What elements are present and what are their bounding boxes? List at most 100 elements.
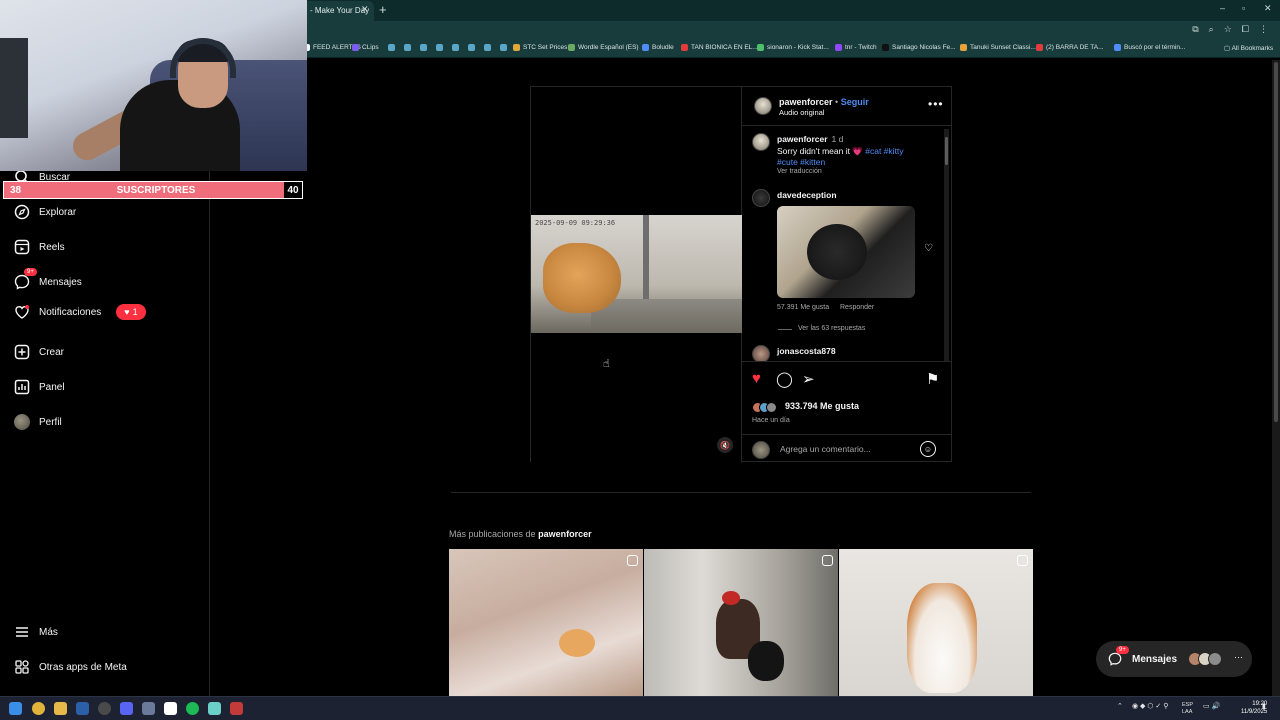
audio-label[interactable]: Audio original — [779, 108, 824, 117]
likes-count[interactable]: 933.794 Me gusta — [785, 401, 859, 411]
subs-goal: 40 — [284, 182, 302, 198]
bookmark-item[interactable]: Wordle Español (ES) — [568, 44, 639, 51]
zoom-icon[interactable]: ⌕ — [1209, 24, 1214, 35]
tray-chevron-icon[interactable]: ⌃ — [1117, 702, 1123, 710]
bookmark-item[interactable]: sionaron - Kick Stat... — [757, 44, 829, 51]
bookmark-item[interactable]: tnr - Twitch — [835, 44, 877, 51]
new-tab-icon[interactable]: + — [379, 2, 387, 17]
windows-start-icon[interactable] — [9, 702, 22, 715]
network-volume-icons[interactable]: ▭ 🔊 — [1203, 702, 1220, 710]
close-window-icon[interactable]: ✕ — [1264, 3, 1272, 14]
sidebar-item-more[interactable]: Más — [14, 624, 58, 640]
spotify-icon[interactable] — [186, 702, 199, 715]
toolbar-icons: ⧉ ⌕ ☆ ⧠ ⋮ — [1192, 24, 1268, 35]
sidebar-item-messages[interactable]: 9+ Mensajes — [14, 268, 82, 290]
tab-close-icon[interactable]: ✕ — [361, 4, 369, 15]
language-indicator[interactable]: ESP LAA — [1182, 702, 1193, 716]
comment1-likes[interactable]: 57.391 Me gusta — [777, 304, 829, 311]
bookmark-icon[interactable] — [388, 44, 395, 51]
more-post-thumbnail[interactable] — [839, 549, 1033, 696]
clock-time: 19:20 — [1252, 701, 1268, 707]
translate-link[interactable]: Ver traducción — [777, 168, 822, 175]
post-header: pawenforcer • Seguir Audio original ••• — [742, 87, 952, 126]
author-name[interactable]: pawenforcer — [779, 97, 833, 107]
sidebar-item-meta-apps[interactable]: Otras apps de Meta — [14, 659, 127, 675]
cast-icon[interactable]: ⧉ — [1192, 24, 1198, 35]
comment1-user[interactable]: davedeception — [777, 190, 837, 200]
page-scrollbar[interactable] — [1272, 60, 1280, 696]
app-icon[interactable] — [142, 702, 155, 715]
video-player[interactable]: 2025-09-09 09:29:36 🔇 — [531, 87, 742, 463]
maximize-icon[interactable]: ▫ — [1242, 3, 1245, 13]
bookmark-icon[interactable] — [452, 44, 459, 51]
hashtags-2[interactable]: #cute #kitten — [777, 157, 825, 167]
like-icon[interactable]: ♥ — [752, 370, 761, 387]
follow-button[interactable]: Seguir — [841, 97, 869, 107]
comment-input[interactable]: Agrega un comentario... — [780, 444, 871, 454]
sidebar-item-profile[interactable]: Perfil — [14, 414, 62, 430]
star-icon[interactable]: ☆ — [1224, 24, 1232, 35]
minimize-icon[interactable]: – — [1220, 3, 1225, 13]
comment1-avatar[interactable] — [752, 189, 770, 207]
comment1-reply[interactable]: Responder — [840, 304, 874, 311]
bookmark-item[interactable]: TAN BIONICA EN EL... — [681, 44, 758, 51]
sidebar-item-panel[interactable]: Panel — [14, 379, 65, 395]
more-options-icon[interactable]: ••• — [928, 97, 944, 111]
discord-icon[interactable] — [120, 702, 133, 715]
sidebar-item-reels[interactable]: Reels — [14, 239, 65, 255]
bookmark-favicon-icon — [757, 44, 764, 51]
bookmark-icon[interactable] — [468, 44, 475, 51]
mute-icon[interactable]: 🔇 — [717, 437, 733, 453]
comment2-avatar[interactable] — [752, 345, 770, 361]
add-comment-bar: Agrega un comentario... ☺ — [742, 434, 952, 464]
comments-scrollbar[interactable] — [944, 129, 949, 361]
notepad-icon[interactable] — [164, 702, 177, 715]
comment-like-icon[interactable]: ♡ — [924, 243, 933, 254]
sidebar-item-explore[interactable]: Explorar — [14, 204, 76, 220]
more-post-thumbnail[interactable] — [644, 549, 838, 696]
windows-taskbar: ⌃ ◉ ◆ ⬡ ✓ ⚲ ESP LAA ▭ 🔊 ▮ — [0, 696, 1280, 720]
bookmark-favicon-icon — [835, 44, 842, 51]
comments-list[interactable]: pawenforcer 1 d Sorry didn't mean it 💗 #c… — [742, 127, 952, 361]
bookmark-icon[interactable] — [420, 44, 427, 51]
bookmark-item[interactable]: Tanuki Sunset Classi... — [960, 44, 1036, 51]
bookmark-icon[interactable] — [404, 44, 411, 51]
obs-icon[interactable] — [98, 702, 111, 715]
hashtags-1[interactable]: #cat #kitty — [865, 146, 903, 156]
view-replies[interactable]: Ver las 63 respuestas — [798, 325, 865, 332]
chrome-icon[interactable] — [32, 702, 45, 715]
more-posts-user[interactable]: pawenforcer — [538, 529, 592, 539]
messages-pill[interactable]: 9+ Mensajes ··· — [1096, 641, 1252, 677]
more-post-thumbnail[interactable] — [449, 549, 643, 696]
bookmark-item[interactable]: Santiago Nicolas Fe... — [882, 44, 956, 51]
comment-icon[interactable]: ◯ — [776, 370, 793, 388]
caption-user[interactable]: pawenforcer — [777, 134, 828, 144]
caption-avatar[interactable] — [752, 133, 770, 151]
extensions-icon[interactable]: ⧠ — [1242, 24, 1249, 35]
app-icon[interactable] — [208, 702, 221, 715]
bookmark-icon[interactable] — [484, 44, 491, 51]
bookmark-icon[interactable] — [500, 44, 507, 51]
clock-date: 11/9/2025 — [1241, 709, 1268, 715]
bookmark-item[interactable]: Buscó por el términ... — [1114, 44, 1185, 51]
emoji-icon[interactable]: ☺ — [920, 441, 936, 457]
all-bookmarks[interactable]: ▢ All Bookmarks — [1224, 44, 1273, 52]
bookmark-item[interactable]: STC Set Prices — [513, 44, 567, 51]
bookmark-item[interactable]: (2) BARRA DE TA... — [1036, 44, 1104, 51]
sidebar-item-create[interactable]: Crear — [14, 344, 64, 360]
author-avatar[interactable] — [754, 97, 772, 115]
bookmark-icon[interactable] — [436, 44, 443, 51]
share-icon[interactable]: ➢ — [802, 370, 815, 388]
file-explorer-icon[interactable] — [54, 702, 67, 715]
menu-icon[interactable]: ⋮ — [1259, 24, 1268, 35]
bookmark-item[interactable]: Boludle — [642, 44, 674, 51]
taskbar-clock[interactable]: 19:20 11/9/2025 — [1241, 700, 1267, 716]
post-author-line: pawenforcer • Seguir — [779, 97, 869, 107]
bookmark-item[interactable]: CLips — [352, 44, 379, 51]
steam-icon[interactable] — [76, 702, 89, 715]
comment2-user[interactable]: jonascosta878 — [777, 346, 836, 356]
bookmark-icon[interactable]: ⚑ — [926, 370, 939, 388]
sidebar-item-notifications[interactable]: Notificaciones ♥ 1 — [14, 304, 146, 320]
bookmark-label: Boludle — [652, 44, 674, 51]
app-icon[interactable] — [230, 702, 243, 715]
